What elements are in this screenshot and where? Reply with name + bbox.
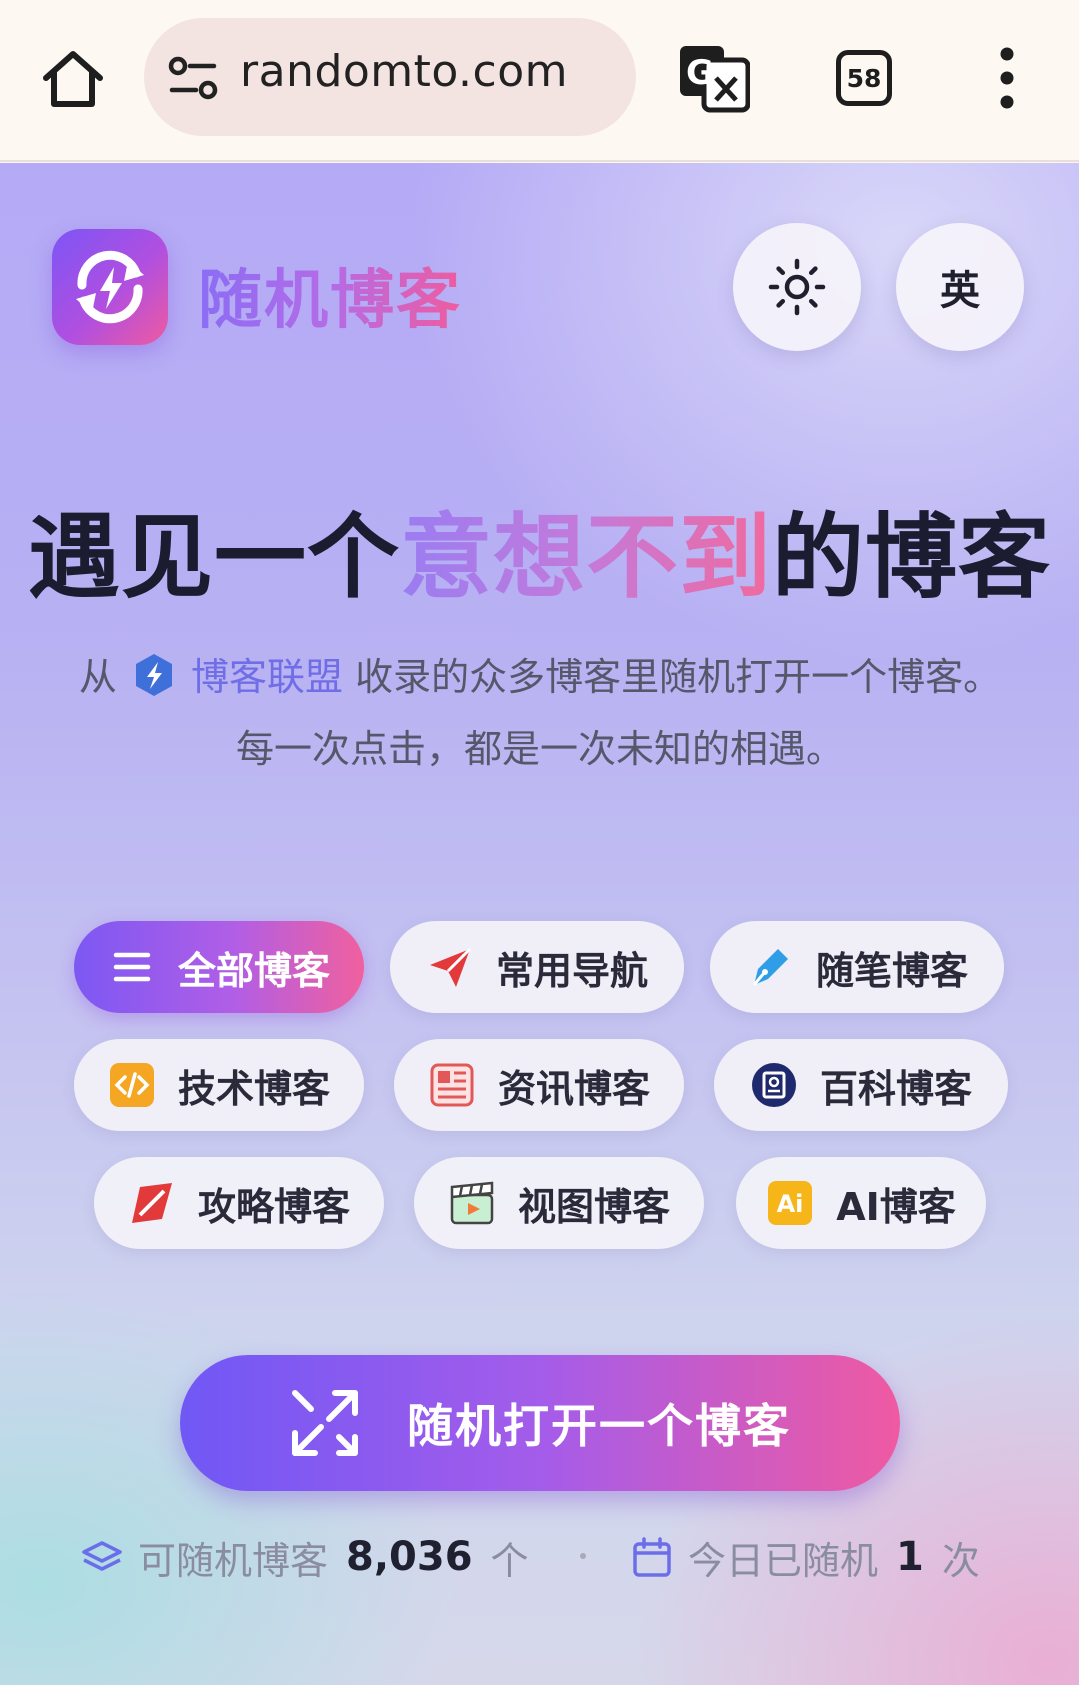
tab-switcher-button[interactable]: 58 bbox=[836, 50, 892, 106]
category-label: 资讯博客 bbox=[497, 1066, 650, 1111]
available-unit: 个 bbox=[490, 1538, 529, 1583]
refresh-bolt-icon bbox=[76, 250, 144, 324]
more-menu-icon[interactable] bbox=[994, 46, 1020, 110]
category-essay[interactable]: 随笔博客 bbox=[710, 921, 1004, 1013]
category-ai[interactable]: Ai AI博客 bbox=[736, 1157, 986, 1249]
available-count: 8,036 bbox=[346, 1534, 473, 1580]
category-label: 全部博客 bbox=[177, 948, 330, 993]
category-tech[interactable]: 技术博客 bbox=[74, 1039, 364, 1131]
stats-bar: 可随机博客 8,036 个 今日已随机 1 次 bbox=[0, 1527, 1079, 1587]
blog-alliance-link[interactable]: 博客联盟 bbox=[191, 655, 343, 699]
desc-rest: 收录的众多博客里随机打开一个博客。 bbox=[355, 655, 1002, 699]
today-label: 今日已随机 bbox=[688, 1538, 879, 1583]
address-bar[interactable]: randomto.com bbox=[144, 18, 636, 136]
paper-plane-icon bbox=[429, 947, 472, 987]
headline-highlight: 意想不到 bbox=[399, 504, 772, 611]
random-open-blog-button[interactable]: 随机打开一个博客 bbox=[180, 1355, 900, 1491]
encyclopedia-icon bbox=[751, 1063, 796, 1107]
calendar-icon bbox=[633, 1537, 671, 1577]
headline-post: 的博客 bbox=[772, 504, 1052, 611]
page-description: 从 博客联盟 收录的众多博客里随机打开一个博客。 每一次点击，都是一次未知的相遇… bbox=[70, 641, 1010, 785]
available-blogs-stat: 可随机博客 8,036 个 bbox=[80, 1527, 529, 1587]
today-unit: 次 bbox=[941, 1538, 980, 1583]
site-logo[interactable] bbox=[52, 229, 168, 345]
sun-icon bbox=[768, 258, 826, 316]
page-headline: 遇见一个意想不到的博客 bbox=[0, 483, 1079, 616]
home-icon[interactable] bbox=[38, 44, 108, 114]
site-settings-icon[interactable] bbox=[168, 56, 220, 100]
category-news[interactable]: 资讯博客 bbox=[394, 1039, 684, 1131]
random-open-blog-label: 随机打开一个博客 bbox=[407, 1399, 791, 1453]
translate-icon[interactable]: G bbox=[678, 42, 750, 114]
newspaper-icon bbox=[430, 1063, 474, 1107]
url-text[interactable]: randomto.com bbox=[240, 46, 568, 97]
browser-toolbar: randomto.com G 58 bbox=[0, 0, 1079, 162]
menu-icon bbox=[113, 952, 151, 982]
category-video[interactable]: 视图博客 bbox=[414, 1157, 704, 1249]
blog-alliance-icon bbox=[135, 654, 172, 696]
category-encyclopedia[interactable]: 百科博客 bbox=[714, 1039, 1008, 1131]
page-content: 随机博客 英 遇见一个意想不到的博客 从 博客联盟 收录的众多博客里随机打开一个… bbox=[0, 163, 1079, 1685]
svg-text:G: G bbox=[686, 53, 714, 93]
category-label: 随笔博客 bbox=[815, 948, 968, 993]
language-toggle-button[interactable]: 英 bbox=[896, 223, 1024, 351]
desc-line2: 每一次点击，都是一次未知的相遇。 bbox=[235, 727, 844, 771]
code-icon bbox=[109, 1063, 154, 1107]
guide-icon bbox=[131, 1183, 172, 1223]
video-clapper-icon bbox=[450, 1181, 494, 1225]
category-label: 攻略博客 bbox=[197, 1184, 350, 1229]
stats-separator bbox=[580, 1553, 586, 1559]
ai-icon: Ai bbox=[768, 1181, 813, 1225]
headline-pre: 遇见一个 bbox=[27, 504, 400, 611]
site-title[interactable]: 随机博客 bbox=[198, 249, 462, 341]
today-random-stat: 今日已随机 1 次 bbox=[630, 1527, 980, 1587]
category-guide[interactable]: 攻略博客 bbox=[94, 1157, 384, 1249]
shuffle-icon bbox=[292, 1390, 358, 1456]
category-all[interactable]: 全部博客 bbox=[74, 921, 364, 1013]
svg-text:Ai: Ai bbox=[777, 1190, 804, 1218]
category-navigation[interactable]: 常用导航 bbox=[390, 921, 684, 1013]
category-label: 技术博客 bbox=[177, 1066, 330, 1111]
category-label: 常用导航 bbox=[495, 948, 648, 993]
available-label: 可随机博客 bbox=[138, 1538, 329, 1583]
theme-toggle-button[interactable] bbox=[733, 223, 861, 351]
today-count: 1 bbox=[896, 1534, 924, 1580]
pen-icon bbox=[752, 949, 788, 986]
category-label: AI博客 bbox=[836, 1184, 956, 1229]
desc-from: 从 bbox=[78, 655, 117, 699]
layers-icon bbox=[82, 1541, 122, 1571]
category-label: 百科博客 bbox=[819, 1066, 972, 1111]
category-label: 视图博客 bbox=[517, 1184, 670, 1229]
